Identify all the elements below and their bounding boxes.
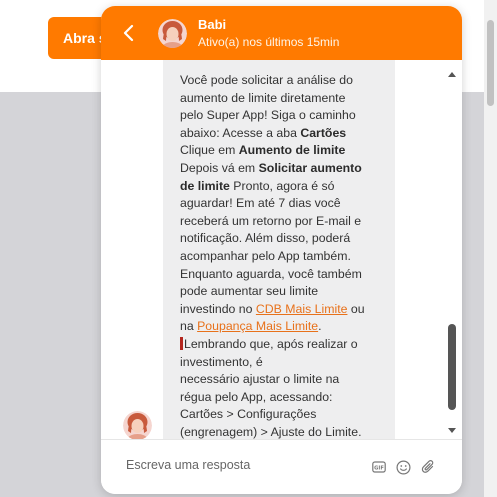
message-line: Depois vá em Solicitar aumento [180, 160, 394, 178]
message-text-segment: Você pode solicitar a análise do [180, 73, 353, 87]
message-text-segment: investindo no [180, 301, 256, 316]
message-text-segment: (engrenagem) > Ajuste do Limite. [180, 424, 362, 439]
message-line: investindo no CDB Mais Limite ou [180, 301, 394, 319]
page-scrollbar-thumb[interactable] [487, 20, 494, 106]
gif-icon[interactable]: GIF [372, 460, 386, 474]
message-text-segment: aumento de limite diretamente [180, 90, 346, 105]
chat-scrollbar[interactable] [444, 60, 460, 439]
message-line: Cartões > Configurações [180, 406, 394, 424]
chat-scrollbar-thumb[interactable] [448, 324, 456, 410]
message-text: Você pode solicitar a análise do aumento … [180, 72, 394, 439]
message-line: abaixo: Acesse a aba Cartões [180, 125, 394, 143]
message-link[interactable]: Poupança Mais Limite [197, 319, 318, 333]
paperclip-icon[interactable] [421, 459, 436, 475]
agent-message-avatar [123, 411, 152, 439]
message-list[interactable]: Você pode solicitar a análise do aumento … [101, 60, 462, 439]
message-bold-text: Aumento de limite [238, 143, 346, 158]
message-line: na Poupança Mais Limite. [180, 318, 394, 336]
message-text-segment: régua pelo App, acessando: [180, 389, 333, 404]
message-text-segment: . [318, 319, 322, 334]
chevron-left-icon[interactable] [119, 21, 139, 45]
message-bold-text: Cartões [300, 125, 347, 140]
agent-name: Babi [198, 17, 227, 32]
message-line: (engrenagem) > Ajuste do Limite. [180, 424, 394, 439]
message-line: acompanhar pelo App também. [180, 248, 394, 266]
message-text-segment: abaixo: Acesse a aba [180, 125, 301, 140]
pin-marker-icon [180, 336, 183, 350]
message-line: aumento de limite diretamente [180, 90, 394, 108]
message-line: Clique em Aumento de limite [180, 142, 394, 160]
message-line: Lembrando que, após realizar o [180, 336, 394, 354]
svg-text:GIF: GIF [374, 466, 384, 472]
message-text-segment: pelo Super App! Siga o caminho [180, 108, 356, 123]
message-line: aguardar! Em até 7 dias você [180, 195, 394, 213]
message-text-segment: acompanhar pelo App também. [180, 248, 351, 263]
chat-widget: Babi Ativo(a) nos últimos 15min Você pod… [101, 6, 462, 494]
message-line: pode aumentar seu limite [180, 283, 394, 301]
message-text-segment: ou [347, 301, 365, 316]
message-bold-text: de limite [180, 178, 230, 193]
message-line: pelo Super App! Siga o caminho [180, 107, 394, 125]
reply-bar: GIF [101, 439, 462, 494]
message-text-segment: aguardar! Em até 7 dias você [180, 196, 341, 211]
message-text-segment: pode aumentar seu limite [180, 284, 319, 299]
message-text-segment: na [180, 319, 198, 334]
message-line: régua pelo App, acessando: [180, 389, 394, 407]
message-line: necessário ajustar o limite na [180, 371, 394, 389]
message-line: notificação. Além disso, poderá [180, 230, 394, 248]
message-line: de limite Pronto, agora é só [180, 178, 394, 196]
chat-header: Babi Ativo(a) nos últimos 15min [101, 6, 462, 60]
scroll-up-icon[interactable] [448, 72, 456, 77]
message-line: investimento, é [180, 354, 394, 372]
message-text-segment: receberá um retorno por E-mail e [180, 213, 362, 228]
agent-status: Ativo(a) nos últimos 15min [198, 35, 340, 49]
message-text-segment: investimento, é [180, 354, 263, 369]
agent-avatar [158, 19, 187, 48]
message-text-segment: Lembrando que, após realizar o [184, 336, 358, 351]
message-line: Enquanto aguarda, você também [180, 266, 394, 284]
message-link[interactable]: CDB Mais Limite [256, 302, 348, 316]
message-line: receberá um retorno por E-mail e [180, 213, 394, 231]
scroll-down-icon[interactable] [448, 428, 456, 433]
emoji-icon[interactable] [396, 460, 411, 475]
message-text-segment: Pronto, agora é só [229, 178, 335, 193]
reply-input[interactable] [126, 458, 356, 472]
message-line: Você pode solicitar a análise do [180, 72, 394, 90]
message-text-segment: Clique em [180, 143, 239, 158]
page-scrollbar[interactable] [484, 0, 497, 497]
message-text-segment: Enquanto aguarda, você também [180, 266, 362, 281]
message-text-segment: Cartões > Configurações [180, 407, 317, 422]
message-text-segment: notificação. Além disso, poderá [180, 231, 351, 246]
message-text-segment: Depois vá em [180, 160, 259, 175]
message-bold-text: Solicitar aumento [258, 160, 362, 175]
message-text-segment: necessário ajustar o limite na [180, 372, 340, 387]
